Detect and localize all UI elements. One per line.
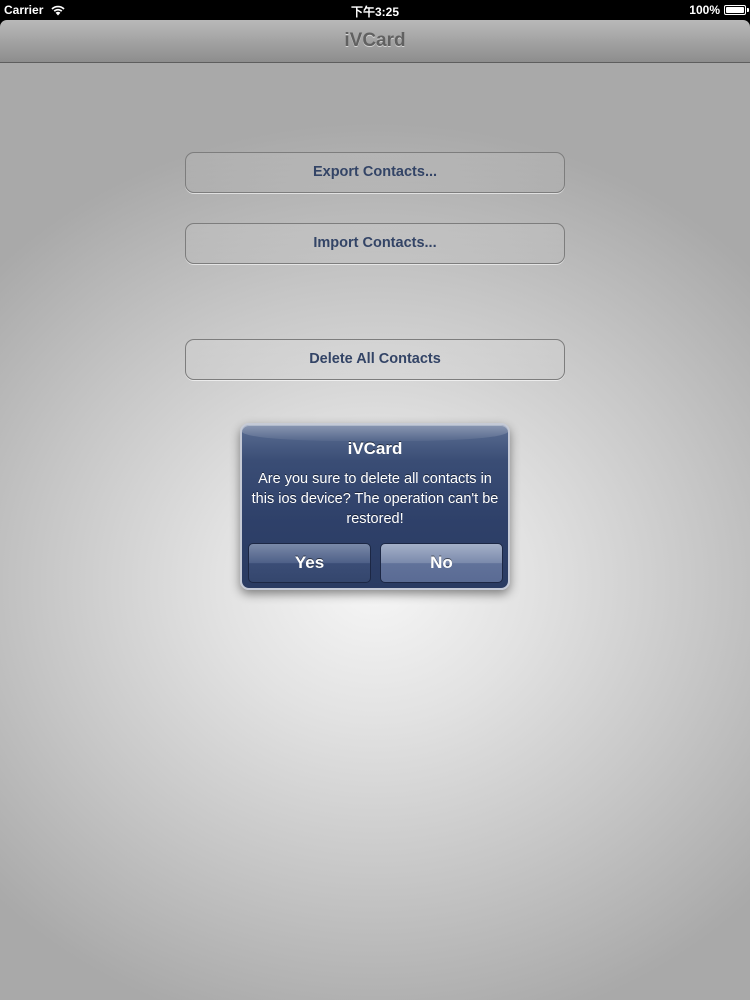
navigation-bar: iVCard <box>0 20 750 63</box>
nav-title: iVCard <box>344 30 406 51</box>
alert-yes-button[interactable]: Yes <box>248 543 371 583</box>
alert-no-button[interactable]: No <box>380 543 503 583</box>
status-right: 100% <box>689 3 749 17</box>
status-time: 下午3:25 <box>350 5 400 19</box>
status-bar: Carrier 下午3:25 100% <box>0 0 750 20</box>
import-contacts-button[interactable]: Import Contacts... <box>185 223 565 264</box>
confirm-delete-alert: iVCard Are you sure to delete all contac… <box>240 423 510 590</box>
alert-message: Are you sure to delete all contacts in t… <box>251 471 499 527</box>
battery-percentage: 100% <box>689 3 720 17</box>
alert-title: iVCard <box>347 439 403 458</box>
delete-all-contacts-button[interactable]: Delete All Contacts <box>185 339 565 380</box>
export-contacts-button[interactable]: Export Contacts... <box>185 152 565 193</box>
battery-fill <box>726 7 744 13</box>
battery-tip <box>747 8 749 12</box>
battery-icon <box>724 5 749 15</box>
